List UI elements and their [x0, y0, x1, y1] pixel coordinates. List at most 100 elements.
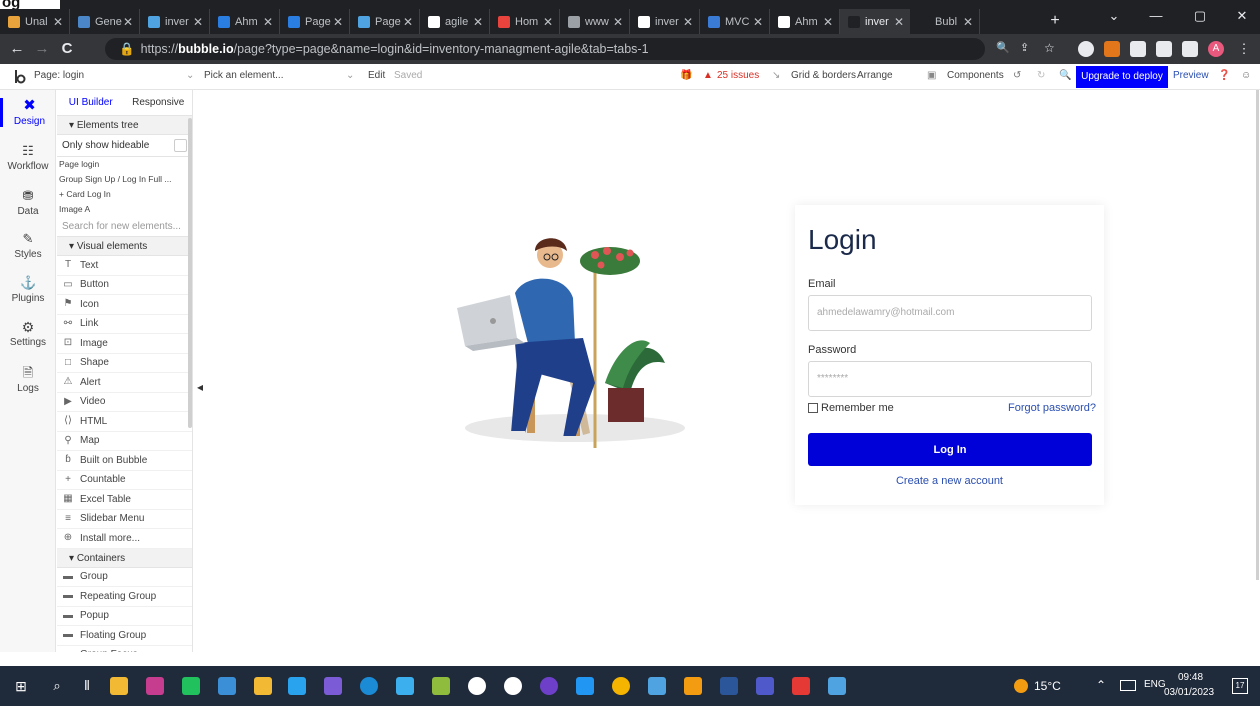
browser-tab[interactable]: MVC ✕ — [700, 9, 770, 34]
palette-item[interactable]: ≡ Slidebar Menu — [57, 510, 192, 529]
components-button[interactable]: Components — [947, 70, 1004, 81]
tab-close-icon[interactable]: ✕ — [613, 15, 623, 29]
palette-item[interactable]: ▬ Floating Group — [57, 626, 192, 646]
rail-settings[interactable]: ⚙ Settings — [0, 319, 56, 348]
issues-link[interactable]: 25 issues — [717, 70, 759, 81]
search-icon[interactable]: ⌕ — [48, 677, 66, 695]
weather-icon[interactable] — [1014, 679, 1028, 693]
chrome-icon[interactable] — [612, 677, 630, 695]
tab-close-icon[interactable]: ✕ — [123, 15, 133, 29]
browser-tab[interactable]: Ahm ✕ — [770, 9, 840, 34]
help-icon[interactable]: ❓ — [1218, 70, 1230, 81]
github-icon[interactable] — [540, 677, 558, 695]
tab-responsive[interactable]: Responsive — [125, 90, 193, 115]
menu-icon[interactable]: ⋮ — [1236, 41, 1252, 57]
browser-tab[interactable]: inver ✕ — [840, 9, 910, 34]
task-view-icon[interactable]: ⫴ — [78, 677, 96, 695]
palette-item[interactable]: ɓ Built on Bubble — [57, 451, 192, 471]
search-icon[interactable]: 🔍 — [1059, 70, 1071, 81]
tab-search-icon[interactable]: ⌄ — [1098, 8, 1130, 24]
teams-icon[interactable] — [756, 677, 774, 695]
tab-close-icon[interactable]: ✕ — [894, 15, 904, 29]
app-icon[interactable] — [218, 677, 236, 695]
app-icon[interactable] — [648, 677, 666, 695]
browser-tab[interactable]: Page ✕ — [350, 9, 420, 34]
tab-close-icon[interactable]: ✕ — [543, 15, 553, 29]
phpstorm-icon[interactable] — [146, 677, 164, 695]
rail-data[interactable]: ⛃ Data — [0, 188, 56, 217]
palette-item[interactable]: ⚑ Icon — [57, 295, 192, 315]
tab-close-icon[interactable]: ✕ — [683, 15, 693, 29]
browser-tab[interactable]: inver ✕ — [630, 9, 700, 34]
containers-header[interactable]: ▾ Containers — [57, 548, 192, 568]
browser-tab[interactable]: Gene ✕ — [70, 9, 140, 34]
element-picker[interactable]: Pick an element... — [204, 70, 283, 81]
puzzle-icon[interactable] — [1156, 41, 1172, 57]
palette-item[interactable]: ⚠ Alert — [57, 373, 192, 393]
browser-tab[interactable]: Page ✕ — [280, 9, 350, 34]
visual-elements-header[interactable]: ▾ Visual elements — [57, 237, 192, 256]
notification-count[interactable]: 17 — [1232, 678, 1248, 694]
rail-workflow[interactable]: ☷ Workflow — [0, 143, 56, 172]
upgrade-button[interactable]: Upgrade to deploy — [1076, 66, 1168, 88]
checkbox-box[interactable] — [808, 403, 818, 413]
browser-tab[interactable]: Unal ✕ — [0, 9, 70, 34]
windows-start-icon[interactable]: ⊞ — [12, 677, 30, 695]
profile-avatar[interactable]: A — [1208, 41, 1224, 57]
palette-item[interactable]: ⟨⟩ HTML — [57, 412, 192, 432]
browser-tab[interactable]: Ahm ✕ — [210, 9, 280, 34]
browser-tab[interactable]: inver ✕ — [140, 9, 210, 34]
palette-item[interactable]: ⊕ Install more... — [57, 529, 192, 549]
app-icon[interactable] — [828, 677, 846, 695]
bookmark-star-icon[interactable]: ☆ — [1044, 41, 1060, 57]
browser-tab[interactable]: agile ✕ — [420, 9, 490, 34]
back-button[interactable]: ← — [8, 40, 26, 57]
tab-ui-builder[interactable]: UI Builder — [57, 90, 125, 115]
app-icon[interactable] — [288, 677, 306, 695]
tab-close-icon[interactable]: ✕ — [823, 15, 833, 29]
element-search-input[interactable]: Search for new elements... — [57, 217, 192, 237]
browser-tab[interactable]: Hom ✕ — [490, 9, 560, 34]
tree-item[interactable]: Group Sign Up / Log In Full ... — [57, 172, 192, 187]
tab-close-icon[interactable]: ✕ — [333, 15, 343, 29]
app-icon[interactable] — [432, 677, 450, 695]
tree-item[interactable]: Page login — [57, 157, 192, 172]
forgot-password-link[interactable]: Forgot password? — [1008, 402, 1096, 414]
extension-icon[interactable] — [1130, 41, 1146, 57]
browser-tab[interactable]: www ✕ — [560, 9, 630, 34]
palette-item[interactable]: + Countable — [57, 471, 192, 490]
share-icon[interactable]: ⇪ — [1020, 41, 1036, 57]
tree-item[interactable]: Image A — [57, 202, 192, 217]
palette-item[interactable]: □ Shape — [57, 354, 192, 373]
palette-item[interactable]: ▭ Button — [57, 276, 192, 295]
palette-item[interactable]: ▬ Popup — [57, 607, 192, 626]
tab-close-icon[interactable]: ✕ — [263, 15, 273, 29]
hideable-checkbox[interactable] — [174, 139, 187, 152]
rail-plugins[interactable]: ⚓ Plugins — [0, 275, 56, 304]
extension-icon[interactable] — [1078, 41, 1094, 57]
palette-item[interactable]: ⚲ Map — [57, 432, 192, 451]
warning-icon[interactable]: ▲ — [703, 70, 713, 81]
palette-item[interactable]: ▬ Group — [57, 568, 192, 587]
tab-close-icon[interactable]: ✕ — [53, 15, 63, 29]
file-explorer-icon[interactable] — [110, 677, 128, 695]
palette-scrollbar[interactable] — [188, 118, 192, 428]
only-hideable-toggle[interactable]: Only show hideable — [57, 135, 192, 157]
palette-item[interactable]: ⚯ Link — [57, 315, 192, 334]
word-icon[interactable] — [720, 677, 738, 695]
remember-me-checkbox[interactable]: Remember me — [808, 402, 894, 414]
close-window-button[interactable]: ✕ — [1226, 8, 1258, 24]
metamask-icon[interactable] — [1104, 41, 1120, 57]
palette-item[interactable]: ▬ Repeating Group — [57, 587, 192, 607]
tab-close-icon[interactable]: ✕ — [403, 15, 413, 29]
app-icon[interactable] — [360, 677, 378, 695]
chevron-up-icon[interactable]: ⌃ — [1096, 678, 1106, 692]
keyboard-icon[interactable] — [1120, 680, 1136, 691]
app-icon[interactable] — [576, 677, 594, 695]
app-icon[interactable] — [468, 677, 486, 695]
elements-tree-header[interactable]: ▾ Elements tree — [57, 116, 192, 135]
tab-close-icon[interactable]: ✕ — [193, 15, 203, 29]
element-picker-chevron-icon[interactable]: ⌄ — [346, 70, 354, 81]
arrange-menu[interactable]: Arrange — [857, 70, 893, 81]
page-selector-chevron-icon[interactable]: ⌄ — [186, 70, 194, 81]
